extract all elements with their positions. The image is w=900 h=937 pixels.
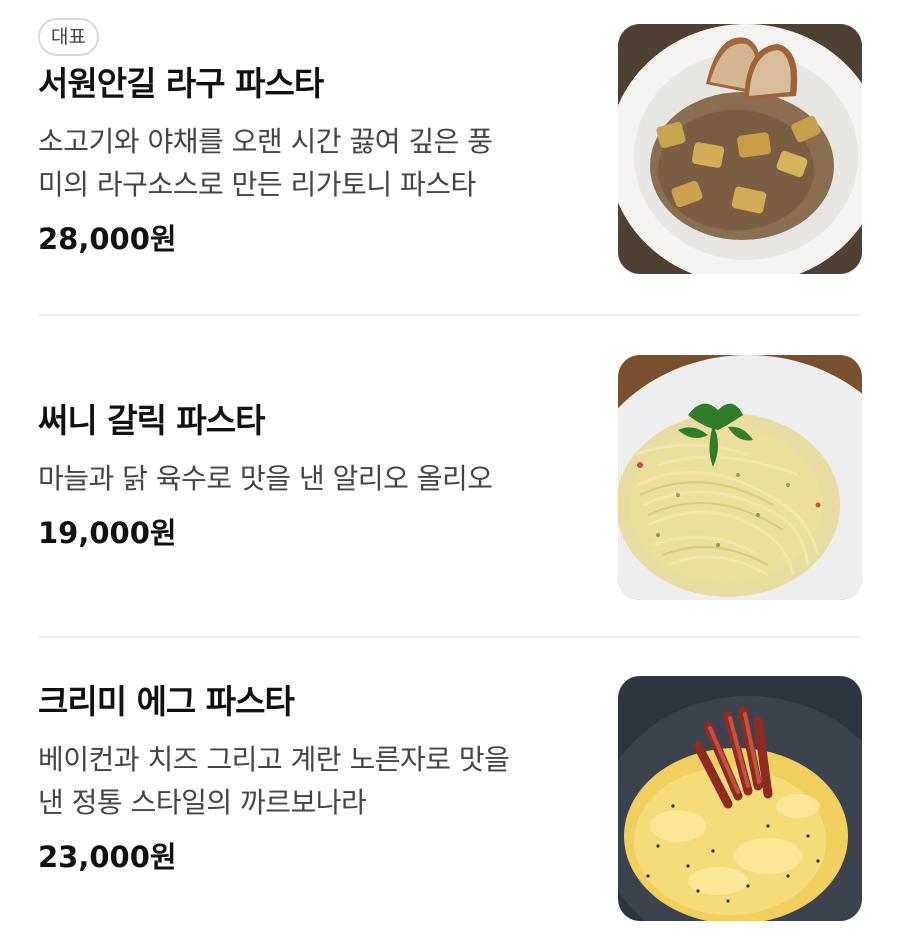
menu-item-creamy-egg-pasta[interactable]: 크리미 에그 파스타 베이컨과 치즈 그리고 계란 노른자로 맛을 낸 정통 스… xyxy=(38,676,862,921)
creamy-egg-pasta-image xyxy=(618,676,862,921)
item-divider xyxy=(38,636,862,638)
menu-item-info: 크리미 에그 파스타 베이컨과 치즈 그리고 계란 노른자로 맛을 낸 정통 스… xyxy=(38,676,598,921)
menu-item-price: 28,000원 xyxy=(38,222,177,256)
creamy-egg-pasta-photo[interactable] xyxy=(618,676,862,921)
menu-item-price: 19,000원 xyxy=(38,516,177,550)
description-line: 미의 라구소스로 만든 리가토니 파스타 xyxy=(38,168,476,201)
menu-item-info: 써니 갈릭 파스타 마늘과 닭 육수로 맛을 낸 알리오 올리오 19,000원 xyxy=(38,355,598,600)
description-line: 베이컨과 치즈 그리고 계란 노른자로 맛을 xyxy=(38,743,510,776)
menu-item-name: 크리미 에그 파스타 xyxy=(38,682,295,721)
description-line: 소고기와 야채를 오랜 시간 끓여 깊은 풍 xyxy=(38,125,493,158)
menu-item-garlic-pasta[interactable]: 써니 갈릭 파스타 마늘과 닭 육수로 맛을 낸 알리오 올리오 19,000원 xyxy=(38,355,862,600)
menu-item-description: 마늘과 닭 육수로 맛을 낸 알리오 올리오 xyxy=(38,457,598,500)
menu-item-name: 서원안길 라구 파스타 xyxy=(38,64,324,103)
menu-item-ragu-pasta[interactable]: 대표 서원안길 라구 파스타 소고기와 야채를 오랜 시간 끓여 깊은 풍 미의… xyxy=(38,18,862,274)
signature-badge: 대표 xyxy=(38,18,99,56)
garlic-pasta-photo[interactable] xyxy=(618,355,862,600)
description-line: 낸 정통 스타일의 까르보나라 xyxy=(38,786,367,819)
ragu-pasta-photo[interactable] xyxy=(618,24,862,274)
menu-item-price: 23,000원 xyxy=(38,840,177,874)
menu-item-description: 소고기와 야채를 오랜 시간 끓여 깊은 풍 미의 라구소스로 만든 리가토니 … xyxy=(38,120,598,206)
menu-item-info: 대표 서원안길 라구 파스타 소고기와 야채를 오랜 시간 끓여 깊은 풍 미의… xyxy=(38,18,598,270)
item-divider xyxy=(38,314,862,316)
ragu-pasta-image xyxy=(618,24,862,274)
menu-item-name: 써니 갈릭 파스타 xyxy=(38,401,266,440)
menu-item-description: 베이컨과 치즈 그리고 계란 노른자로 맛을 낸 정통 스타일의 까르보나라 xyxy=(38,738,598,824)
menu-list: 대표 서원안길 라구 파스타 소고기와 야채를 오랜 시간 끓여 깊은 풍 미의… xyxy=(0,0,900,937)
garlic-pasta-image xyxy=(618,355,862,600)
description-line: 마늘과 닭 육수로 맛을 낸 알리오 올리오 xyxy=(38,462,493,495)
